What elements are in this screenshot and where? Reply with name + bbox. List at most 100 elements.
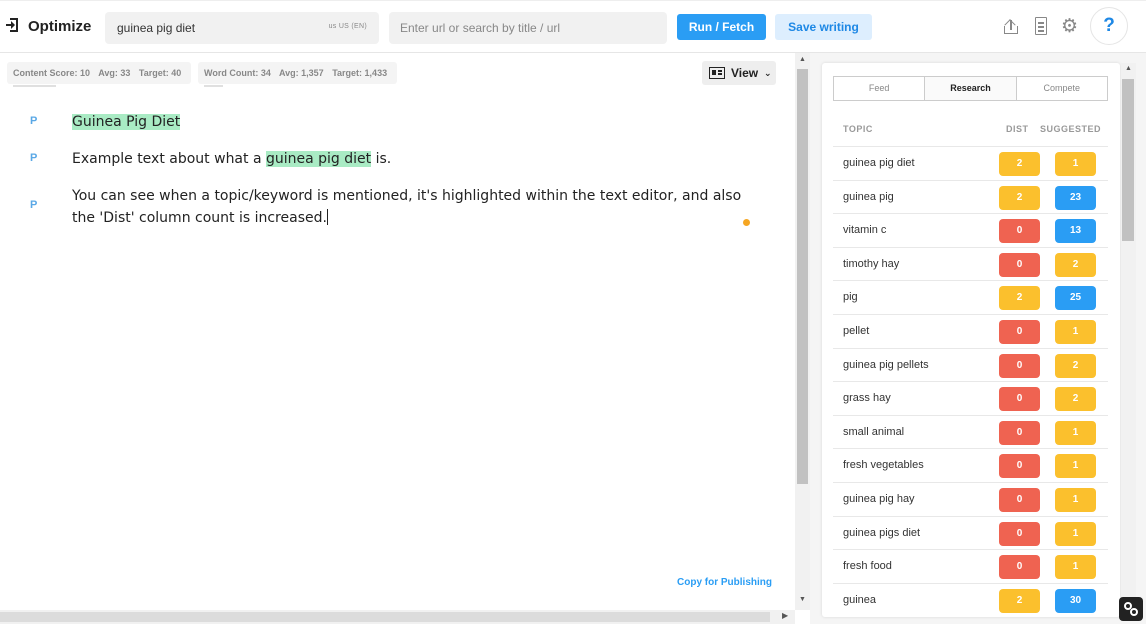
- topic-name: guinea pig: [843, 190, 894, 203]
- suggested-column-header[interactable]: SUGGESTED: [1040, 124, 1101, 134]
- topic-name: fresh vegetables: [843, 459, 924, 472]
- dist-count-badge: 0: [999, 252, 1040, 277]
- table-row[interactable]: guinea 2 30: [833, 582, 1108, 617]
- panel-vertical-scrollbar[interactable]: ▲: [1121, 63, 1136, 617]
- content-score-progress: [13, 85, 56, 87]
- tab-compete[interactable]: Compete: [1017, 77, 1107, 100]
- locale-selector[interactable]: us US (EN): [329, 23, 367, 30]
- scroll-thumb[interactable]: [797, 69, 808, 484]
- dist-count-badge: 0: [999, 319, 1040, 344]
- tab-feed[interactable]: Feed: [834, 77, 926, 100]
- word-count-target: Target: 1,433: [332, 68, 388, 78]
- dist-count-badge: 2: [999, 152, 1040, 176]
- scroll-up-arrow[interactable]: ▲: [799, 56, 806, 63]
- content-score-avg: Avg: 33: [98, 68, 131, 78]
- suggested-count-badge: 1: [1055, 555, 1096, 580]
- word-count-avg: Avg: 1,357: [279, 68, 324, 78]
- view-layout-icon: [709, 67, 725, 79]
- topic-name: guinea pigs diet: [843, 526, 921, 539]
- topic-name: grass hay: [843, 392, 891, 405]
- content-score-metric: Content Score: 10 Avg: 33 Target: 40: [7, 62, 191, 87]
- dist-count-badge: 0: [999, 555, 1040, 580]
- text-segment: You can see when a topic/keyword is ment…: [72, 188, 742, 226]
- tab-research[interactable]: Research: [925, 77, 1017, 100]
- run-fetch-button[interactable]: Run / Fetch: [677, 14, 766, 40]
- save-writing-button[interactable]: Save writing: [775, 14, 872, 40]
- suggested-count-badge: 25: [1055, 286, 1096, 311]
- table-row[interactable]: guinea pig pellets 0 2: [833, 347, 1108, 382]
- status-dot: [743, 219, 750, 226]
- dist-count-badge: 0: [999, 521, 1040, 546]
- suggested-count-badge: 2: [1055, 353, 1096, 378]
- chevron-down-icon: ⌄: [764, 68, 772, 78]
- editor-vertical-scrollbar[interactable]: ▲ ▼: [795, 53, 810, 610]
- suggested-count-badge: 1: [1055, 319, 1096, 344]
- suggested-count-badge: 1: [1055, 420, 1096, 445]
- scroll-right-arrow[interactable]: ▶: [782, 611, 788, 620]
- view-button[interactable]: View ⌄: [702, 61, 776, 85]
- keyword-value: guinea pig diet: [117, 21, 196, 35]
- table-row[interactable]: guinea pig 2 23: [833, 179, 1108, 214]
- suggested-count-badge: 1: [1055, 487, 1096, 512]
- scroll-down-arrow[interactable]: ▼: [799, 596, 806, 603]
- scroll-up-arrow[interactable]: ▲: [1125, 65, 1132, 72]
- brand[interactable]: Optimize: [6, 17, 91, 35]
- exit-door-icon[interactable]: [6, 17, 20, 35]
- suggested-count-badge: 30: [1055, 588, 1096, 613]
- paragraph-text[interactable]: You can see when a topic/keyword is ment…: [72, 185, 762, 229]
- table-row[interactable]: pellet 0 1: [833, 313, 1108, 348]
- text-editor[interactable]: Content Score: 10 Avg: 33 Target: 40 Wor…: [0, 53, 795, 610]
- scroll-thumb[interactable]: [0, 612, 770, 622]
- table-row[interactable]: grass hay 0 2: [833, 381, 1108, 415]
- paragraph-tag[interactable]: P: [30, 115, 37, 127]
- dist-count-badge: 2: [999, 588, 1040, 613]
- text-cursor: [326, 209, 328, 225]
- suggested-count-badge: 1: [1055, 454, 1096, 479]
- table-row[interactable]: fresh vegetables 0 1: [833, 448, 1108, 482]
- topic-name: pellet: [843, 324, 870, 337]
- editor-horizontal-scrollbar[interactable]: ▶: [0, 610, 795, 624]
- table-row[interactable]: vitamin c 0 13: [833, 213, 1108, 247]
- word-count-progress: [204, 85, 223, 87]
- keyword-highlight: Guinea Pig Diet: [72, 114, 181, 130]
- topic-name: timothy hay: [843, 257, 900, 270]
- table-row[interactable]: guinea pigs diet 0 1: [833, 515, 1108, 550]
- document-icon[interactable]: [1033, 17, 1053, 37]
- paragraph-text[interactable]: Guinea Pig Diet: [72, 111, 762, 133]
- app-title: Optimize: [28, 17, 92, 35]
- table-row[interactable]: fresh food 0 1: [833, 549, 1108, 583]
- link-icon[interactable]: [1119, 597, 1143, 621]
- text-segment: Example text about what a: [72, 151, 266, 167]
- dist-count-badge: 0: [999, 387, 1040, 412]
- dist-column-header[interactable]: DIST: [1006, 124, 1029, 134]
- table-row[interactable]: guinea pig diet 2 1: [833, 146, 1108, 180]
- topic-name: fresh food: [843, 560, 892, 573]
- suggested-count-badge: 2: [1055, 252, 1096, 277]
- view-label: View: [731, 66, 759, 80]
- table-row[interactable]: timothy hay 0 2: [833, 246, 1108, 281]
- keyword-field[interactable]: guinea pig diet us US (EN): [105, 12, 379, 44]
- paragraph-tag[interactable]: P: [30, 199, 37, 211]
- panel-tabs: Feed Research Compete: [833, 76, 1108, 101]
- gear-icon[interactable]: ⚙: [1061, 17, 1081, 37]
- paragraph-tag[interactable]: P: [30, 152, 37, 164]
- dist-count-badge: 0: [999, 420, 1040, 445]
- table-row[interactable]: guinea pig hay 0 1: [833, 481, 1108, 516]
- table-row[interactable]: pig 2 25: [833, 280, 1108, 314]
- upload-icon[interactable]: [1002, 17, 1022, 37]
- help-button[interactable]: ?: [1090, 7, 1128, 45]
- copy-for-publishing-link[interactable]: Copy for Publishing: [677, 577, 772, 588]
- topic-name: guinea pig pellets: [843, 358, 929, 371]
- paragraph-text[interactable]: Example text about what a guinea pig die…: [72, 148, 762, 170]
- topic-name: pig: [843, 291, 858, 304]
- dist-count-badge: 0: [999, 219, 1040, 244]
- url-search-input[interactable]: [389, 12, 667, 44]
- text-segment: is.: [371, 151, 392, 167]
- dist-count-badge: 0: [999, 454, 1040, 479]
- topic-name: guinea: [843, 593, 877, 606]
- scroll-thumb[interactable]: [1122, 79, 1134, 241]
- dist-count-badge: 0: [999, 353, 1040, 378]
- topic-column-header[interactable]: TOPIC: [843, 124, 873, 134]
- table-row[interactable]: small animal 0 1: [833, 414, 1108, 449]
- suggested-count-badge: 2: [1055, 387, 1096, 412]
